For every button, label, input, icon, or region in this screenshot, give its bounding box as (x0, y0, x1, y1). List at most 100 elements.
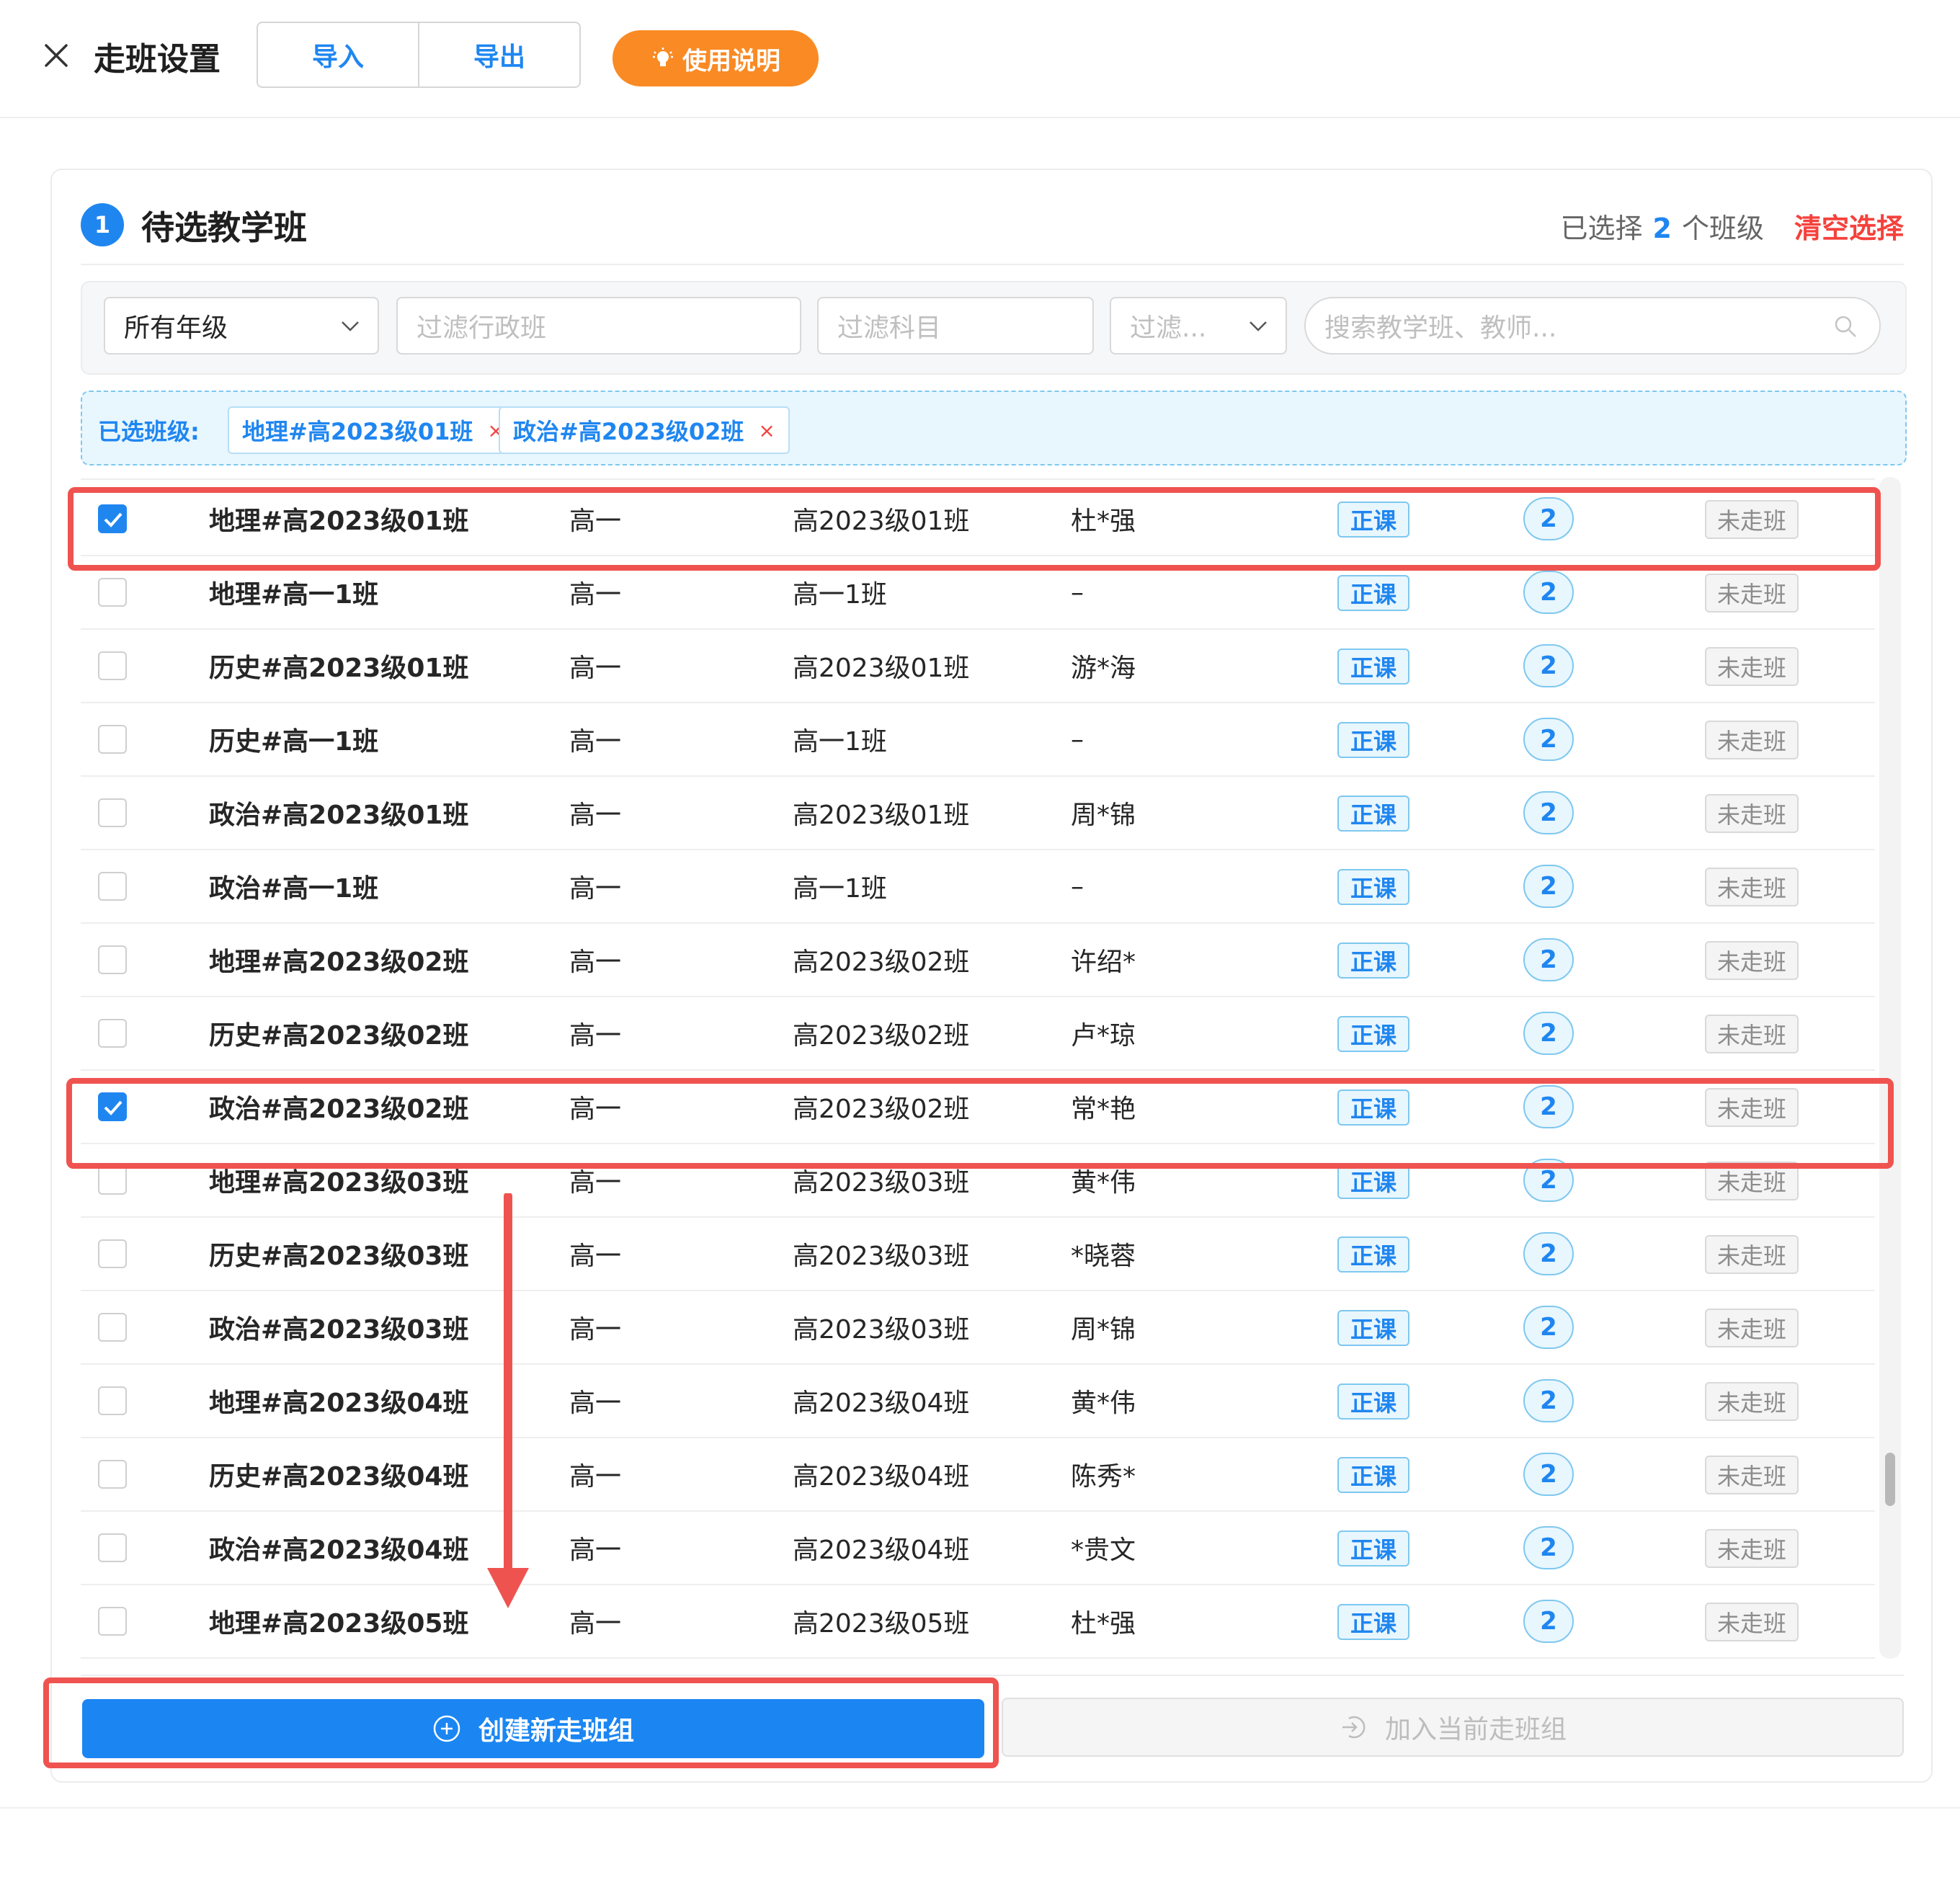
class-name: 地理#高2023级04班 (209, 1389, 469, 1418)
table-row[interactable]: 政治#高2023级04班 高一 高2023级04班 *贵文 正课 2 未走班 (81, 1512, 1875, 1585)
remove-tag-icon[interactable]: × (758, 419, 775, 442)
grade-cell: 高一 (569, 874, 622, 904)
row-checkbox[interactable] (98, 798, 127, 827)
teacher-cell: – (1071, 724, 1084, 754)
class-name: 地理#高2023级05班 (209, 1609, 469, 1639)
admin-class-cell: 高2023级01班 (793, 654, 970, 683)
section-title: 待选教学班 (141, 208, 307, 247)
teacher-cell: 杜*强 (1071, 1609, 1136, 1639)
class-name: 政治#高一1班 (209, 874, 379, 904)
status-badge: 未走班 (1705, 1015, 1799, 1053)
highlight-box-create-button (43, 1677, 999, 1768)
type-filter-select[interactable]: 过滤... (1110, 297, 1287, 355)
grade-select[interactable]: 所有年级 (104, 297, 379, 355)
clear-selection-link[interactable]: 清空选择 (1794, 206, 1904, 246)
class-table: 地理#高2023级01班 高一 高2023级01班 杜*强 正课 2 未走班 地… (81, 477, 1875, 1659)
admin-class-cell: 高2023级02班 (793, 1021, 970, 1051)
scrollbar[interactable] (1879, 477, 1901, 1659)
row-checkbox[interactable] (98, 1460, 127, 1489)
table-row[interactable]: 历史#高2023级01班 高一 高2023级01班 游*海 正课 2 未走班 (81, 630, 1875, 703)
table-row[interactable]: 地理#高2023级05班 高一 高2023级05班 杜*强 正课 2 未走班 (81, 1585, 1875, 1659)
subject-filter-input[interactable]: 过滤科目 (817, 297, 1094, 355)
admin-class-cell: 高2023级03班 (793, 1315, 970, 1345)
table-row[interactable]: 地理#高2023级04班 高一 高2023级04班 黄*伟 正课 2 未走班 (81, 1365, 1875, 1438)
status-badge: 未走班 (1705, 941, 1799, 980)
course-type-badge: 正课 (1337, 575, 1409, 611)
row-checkbox[interactable] (98, 1019, 127, 1048)
import-button[interactable]: 导入 (258, 23, 418, 86)
class-name: 历史#高2023级04班 (209, 1462, 469, 1492)
grade-cell: 高一 (569, 1609, 622, 1639)
selected-classes-bar: 已选班级: 地理#高2023级01班 × 政治#高2023级02班 × (81, 391, 1907, 465)
row-checkbox[interactable] (98, 1533, 127, 1562)
chevron-down-icon (342, 321, 359, 331)
selected-tag-label: 地理#高2023级01班 (242, 418, 473, 445)
grade-cell: 高一 (569, 654, 622, 683)
selected-tag-label: 政治#高2023级02班 (513, 418, 744, 445)
type-filter-placeholder: 过滤... (1130, 313, 1207, 343)
admin-class-filter-input[interactable]: 过滤行政班 (396, 297, 801, 355)
row-checkbox[interactable] (98, 872, 127, 901)
teacher-cell: 陈秀* (1071, 1462, 1136, 1492)
divider (81, 1675, 1904, 1676)
course-type-badge: 正课 (1337, 722, 1409, 758)
count-badge: 2 (1523, 571, 1574, 614)
course-type-badge: 正课 (1337, 1310, 1409, 1346)
status-badge: 未走班 (1705, 1529, 1799, 1568)
row-checkbox[interactable] (98, 1313, 127, 1342)
count-badge: 2 (1523, 1600, 1574, 1643)
course-type-badge: 正课 (1337, 869, 1409, 905)
admin-class-cell: 高2023级04班 (793, 1462, 970, 1492)
count-badge: 2 (1523, 644, 1574, 687)
count-badge: 2 (1523, 1453, 1574, 1496)
table-row[interactable]: 地理#高2023级02班 高一 高2023级02班 许绍* 正课 2 未走班 (81, 924, 1875, 997)
row-checkbox[interactable] (98, 578, 127, 607)
grade-cell: 高一 (569, 727, 622, 757)
status-badge: 未走班 (1705, 1235, 1799, 1274)
class-name: 历史#高一1班 (209, 727, 379, 757)
table-row[interactable]: 历史#高2023级02班 高一 高2023级02班 卢*琼 正课 2 未走班 (81, 997, 1875, 1071)
join-group-button[interactable]: 加入当前走班组 (1002, 1698, 1904, 1757)
chevron-down-icon (1250, 321, 1267, 331)
class-name: 历史#高2023级01班 (209, 654, 469, 683)
grade-cell: 高一 (569, 1021, 622, 1051)
close-icon[interactable] (42, 37, 71, 73)
course-type-badge: 正课 (1337, 649, 1409, 685)
highlight-box-row-1 (68, 487, 1881, 571)
row-checkbox[interactable] (98, 1166, 127, 1195)
search-input[interactable]: 搜索教学班、教师... (1304, 297, 1881, 355)
table-row[interactable]: 政治#高2023级01班 高一 高2023级01班 周*锦 正课 2 未走班 (81, 777, 1875, 850)
row-checkbox[interactable] (98, 1386, 127, 1415)
scrollbar-thumb[interactable] (1885, 1453, 1895, 1506)
row-checkbox[interactable] (98, 725, 127, 754)
search-placeholder: 搜索教学班、教师... (1324, 313, 1557, 343)
subject-filter-placeholder: 过滤科目 (837, 313, 942, 343)
grade-cell: 高一 (569, 1462, 622, 1492)
table-row[interactable]: 历史#高2023级03班 高一 高2023级03班 *晓蓉 正课 2 未走班 (81, 1218, 1875, 1291)
table-row[interactable]: 政治#高2023级03班 高一 高2023级03班 周*锦 正课 2 未走班 (81, 1291, 1875, 1365)
row-checkbox[interactable] (98, 1239, 127, 1268)
class-name: 政治#高2023级04班 (209, 1536, 469, 1565)
table-row[interactable]: 政治#高一1班 高一 高一1班 – 正课 2 未走班 (81, 850, 1875, 924)
table-row[interactable]: 历史#高2023级04班 高一 高2023级04班 陈秀* 正课 2 未走班 (81, 1438, 1875, 1512)
partial-row-top (81, 477, 1875, 480)
teacher-cell: 游*海 (1071, 654, 1136, 683)
count-badge: 2 (1523, 938, 1574, 981)
help-button[interactable]: 使用说明 (612, 30, 819, 86)
count-badge: 2 (1523, 1526, 1574, 1569)
count-badge: 2 (1523, 1232, 1574, 1275)
teacher-cell: *贵文 (1071, 1536, 1136, 1565)
teacher-cell: 许绍* (1071, 948, 1136, 977)
count-badge: 2 (1523, 1379, 1574, 1422)
row-checkbox[interactable] (98, 945, 127, 974)
status-badge: 未走班 (1705, 574, 1799, 612)
status-badge: 未走班 (1705, 1603, 1799, 1641)
table-row[interactable]: 历史#高一1班 高一 高一1班 – 正课 2 未走班 (81, 703, 1875, 777)
export-button[interactable]: 导出 (418, 23, 579, 86)
row-checkbox[interactable] (98, 1607, 127, 1636)
admin-class-cell: 高2023级03班 (793, 1242, 970, 1271)
status-badge: 未走班 (1705, 1456, 1799, 1494)
lightbulb-icon (653, 48, 673, 66)
course-type-badge: 正课 (1337, 1604, 1409, 1640)
row-checkbox[interactable] (98, 651, 127, 680)
